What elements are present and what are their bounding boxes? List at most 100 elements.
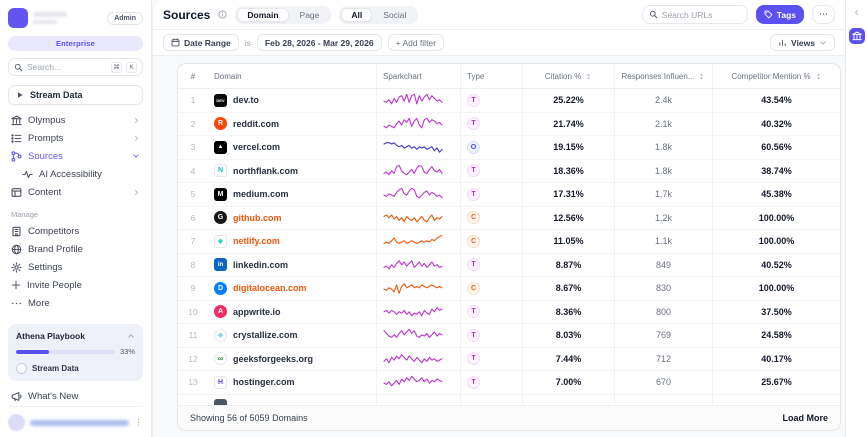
- table-row[interactable]: 5Mmedium.com T17.31%1.7k45.38%: [178, 183, 840, 207]
- domain-cell[interactable]: Aappwrite.io: [208, 301, 376, 324]
- sidebar-item-more[interactable]: More: [8, 294, 143, 312]
- domain-cell[interactable]: inlinkedin.com: [208, 254, 376, 277]
- add-filter-button[interactable]: + Add filter: [388, 34, 444, 51]
- table-row[interactable]: 9Ddigitalocean.com C8.67%830100.00%: [178, 277, 840, 301]
- domain-cell[interactable]: ◆ netlify.com: [208, 230, 376, 253]
- search-urls-input[interactable]: Search URLs: [642, 5, 748, 24]
- table-row[interactable]: 8inlinkedin.com T8.87%84940.52%: [178, 254, 840, 278]
- col-responses[interactable]: Responses Influen...: [614, 64, 712, 88]
- domain-cell[interactable]: ∞geeksforgeeks.org: [208, 348, 376, 371]
- avatar: [8, 414, 25, 431]
- stream-data-button[interactable]: Stream Data: [8, 85, 143, 105]
- sidebar-item-prompts[interactable]: Prompts: [8, 129, 143, 147]
- more-options-button[interactable]: ⋯: [812, 5, 835, 24]
- workspace-logo[interactable]: [8, 8, 28, 28]
- favicon: ◆: [214, 235, 227, 248]
- play-icon: [16, 91, 24, 99]
- domain-cell[interactable]: Hhostinger.com: [208, 371, 376, 394]
- domain-name[interactable]: vercel.com: [233, 142, 280, 152]
- domain-name[interactable]: geeksforgeeks.org: [233, 354, 313, 364]
- domain-name[interactable]: hostinger.com: [233, 377, 295, 387]
- playbook-task-checkbox[interactable]: [16, 363, 27, 374]
- domain-cell[interactable]: ◆crystallize.com: [208, 324, 376, 347]
- domain-name[interactable]: linkedin.com: [233, 260, 288, 270]
- user-profile-row[interactable]: ⋮: [8, 406, 143, 431]
- load-more-button[interactable]: Load More: [782, 413, 828, 423]
- domain-cell[interactable]: DEVdev.to: [208, 89, 376, 112]
- collapse-panel-button[interactable]: [853, 9, 860, 16]
- table-row[interactable]: 2Rreddit.com T21.74%2.1k40.32%: [178, 113, 840, 137]
- sidebar-item-invite-people[interactable]: Invite People: [8, 276, 143, 294]
- table-row[interactable]: 12∞geeksforgeeks.org T7.44%71240.17%: [178, 348, 840, 372]
- sidebar-item-settings[interactable]: Settings: [8, 258, 143, 276]
- table-row[interactable]: 7◆netlify.com C11.05%1.1k100.00%: [178, 230, 840, 254]
- table-row[interactable]: 3▲vercel.com O19.15%1.8k60.56%: [178, 136, 840, 160]
- info-icon[interactable]: [218, 10, 227, 19]
- tags-button[interactable]: Tags: [756, 5, 804, 24]
- domain-cell[interactable]: Mmedium.com: [208, 183, 376, 206]
- kebab-icon[interactable]: ⋮: [134, 417, 143, 428]
- col-citation[interactable]: Citation %: [522, 64, 614, 88]
- domain-name[interactable]: crystallize.com: [233, 330, 298, 340]
- top-bar: Sources Domain Page All Social Search UR…: [153, 0, 845, 30]
- responses-cell: 2.4k: [614, 89, 712, 112]
- tab-page[interactable]: Page: [290, 8, 330, 22]
- tab-all[interactable]: All: [341, 8, 372, 22]
- sidebar-item-brand-profile[interactable]: Brand Profile: [8, 240, 143, 258]
- type-badge: T: [467, 188, 480, 201]
- sidebar-item-content[interactable]: Content: [8, 183, 143, 201]
- domain-name[interactable]: dev.to: [233, 95, 259, 105]
- responses-cell: 1.8k: [614, 160, 712, 183]
- table-row[interactable]: 10Aappwrite.io T8.36%80037.50%: [178, 301, 840, 325]
- sparkchart-cell: [376, 136, 460, 159]
- domain-name[interactable]: reddit.com: [233, 119, 279, 129]
- domain-name[interactable]: github.com: [233, 213, 282, 223]
- sidebar-item-olympus[interactable]: Olympus: [8, 111, 143, 129]
- domain-name[interactable]: northflank.com: [233, 166, 298, 176]
- athena-playbook-card: Athena Playbook 33% Stream Data: [8, 324, 143, 381]
- responses-cell: 1.2k: [614, 207, 712, 230]
- tab-social[interactable]: Social: [373, 8, 416, 22]
- domain-cell[interactable]: Ggithub.com: [208, 207, 376, 230]
- domain-name[interactable]: appwrite.io: [233, 307, 281, 317]
- domain-name[interactable]: medium.com: [233, 189, 289, 199]
- domain-cell[interactable]: Rreddit.com: [208, 113, 376, 136]
- col-rank: #: [178, 64, 208, 88]
- sort-icon: [698, 72, 705, 81]
- responses-cell: 800: [614, 301, 712, 324]
- favicon: M: [214, 188, 227, 201]
- chevron-up-icon[interactable]: [127, 332, 135, 340]
- domain-cell[interactable]: Nnorthflank.com: [208, 160, 376, 183]
- sidebar-item-sources[interactable]: Sources: [8, 147, 143, 165]
- olympus-app-icon[interactable]: [849, 28, 865, 44]
- sparkchart-cell: [376, 348, 460, 371]
- search-placeholder: Search...: [27, 62, 107, 72]
- domain-name[interactable]: digitalocean.com: [233, 283, 307, 293]
- domain-name[interactable]: netlify.com: [233, 236, 280, 246]
- favicon: G: [214, 211, 227, 224]
- table-row[interactable]: 13Hhostinger.com T7.00%67025.67%: [178, 371, 840, 395]
- views-dropdown[interactable]: Views: [770, 34, 835, 51]
- sidebar-item-competitors[interactable]: Competitors: [8, 222, 143, 240]
- domain-cell[interactable]: Ddigitalocean.com: [208, 277, 376, 300]
- table-row[interactable]: 1DEVdev.to T25.22%2.4k43.54%: [178, 89, 840, 113]
- enterprise-badge: Enterprise: [8, 36, 143, 51]
- table-row[interactable]: 4Nnorthflank.com T18.36%1.8k38.74%: [178, 160, 840, 184]
- admin-badge: Admin: [107, 12, 143, 25]
- sparkchart-cell: [376, 113, 460, 136]
- whats-new-button[interactable]: What's New: [11, 391, 140, 402]
- app-window: Admin Enterprise Search... ⌘ K Stream Da…: [0, 0, 867, 437]
- favicon: R: [214, 117, 227, 130]
- table-row[interactable]: 11◆crystallize.com T8.03%76924.58%: [178, 324, 840, 348]
- tab-domain[interactable]: Domain: [237, 8, 288, 22]
- domain-cell[interactable]: ▲vercel.com: [208, 136, 376, 159]
- sidebar-search-input[interactable]: Search... ⌘ K: [8, 58, 143, 76]
- citation-cell: 8.03%: [522, 324, 614, 347]
- date-range-filter[interactable]: Date Range: [163, 34, 239, 51]
- col-competitor-mention[interactable]: Competitor Mention %: [712, 64, 840, 88]
- sidebar-item-ai-accessibility[interactable]: AI Accessibility: [8, 165, 143, 183]
- views-icon: [778, 38, 787, 47]
- date-range-value[interactable]: Feb 28, 2026 - Mar 29, 2026: [257, 34, 382, 51]
- table-row[interactable]: 6Ggithub.com C12.56%1.2k100.00%: [178, 207, 840, 231]
- citation-cell: 19.15%: [522, 136, 614, 159]
